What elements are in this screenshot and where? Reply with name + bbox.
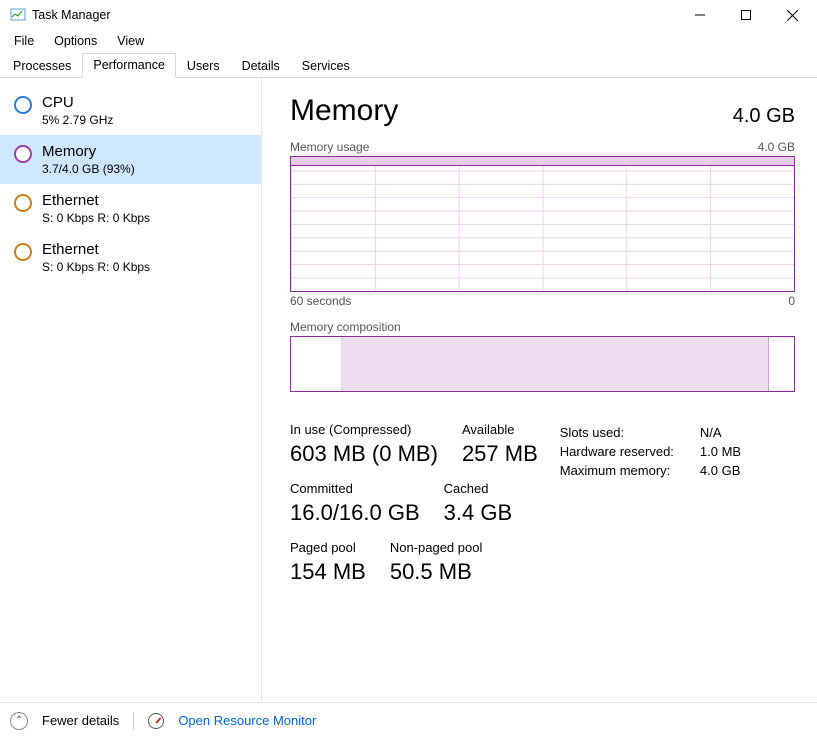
stat-label: In use (Compressed): [290, 422, 438, 437]
sidebar-item-ethernet-2[interactable]: Ethernet S: 0 Kbps R: 0 Kbps: [0, 233, 261, 282]
composition-inuse: [341, 337, 769, 391]
resource-monitor-icon: [148, 713, 164, 729]
composition-reserved: [291, 337, 341, 391]
stats-right: Slots used: N/A Hardware reserved: 1.0 M…: [558, 422, 749, 585]
memory-total: 4.0 GB: [733, 105, 795, 128]
hw-reserved-value: 1.0 MB: [682, 443, 747, 460]
memory-composition-bar[interactable]: [290, 336, 795, 392]
close-button[interactable]: [769, 0, 815, 30]
sidebar-item-sub: S: 0 Kbps R: 0 Kbps: [42, 211, 150, 225]
stat-label: Committed: [290, 481, 420, 496]
tab-details[interactable]: Details: [231, 54, 291, 78]
content-area: CPU 5% 2.79 GHz Memory 3.7/4.0 GB (93%) …: [0, 78, 817, 702]
fewer-details-link[interactable]: Fewer details: [42, 713, 119, 728]
chart-time-left: 60 seconds: [290, 294, 351, 308]
app-icon: [10, 7, 26, 23]
stat-cached: Cached 3.4 GB: [444, 481, 512, 526]
chart-time-right: 0: [788, 294, 795, 308]
sidebar-item-sub: S: 0 Kbps R: 0 Kbps: [42, 260, 150, 274]
sidebar-item-cpu[interactable]: CPU 5% 2.79 GHz: [0, 86, 261, 135]
menu-options[interactable]: Options: [44, 32, 107, 50]
stat-committed: Committed 16.0/16.0 GB: [290, 481, 420, 526]
page-title: Memory: [290, 94, 398, 128]
stat-value: 154 MB: [290, 559, 366, 585]
stat-value: 3.4 GB: [444, 500, 512, 526]
max-memory-value: 4.0 GB: [682, 462, 747, 479]
memory-usage-chart[interactable]: [290, 156, 795, 292]
stat-value: 603 MB (0 MB): [290, 441, 438, 467]
stat-paged: Paged pool 154 MB: [290, 540, 366, 585]
tab-row: Processes Performance Users Details Serv…: [0, 52, 817, 78]
hw-reserved-label: Hardware reserved:: [560, 443, 680, 460]
slots-label: Slots used:: [560, 424, 680, 441]
composition-free: [769, 337, 794, 391]
menu-file[interactable]: File: [4, 32, 44, 50]
stat-available: Available 257 MB: [462, 422, 538, 467]
titlebar: Task Manager: [0, 0, 817, 30]
stats-area: In use (Compressed) 603 MB (0 MB) Availa…: [290, 422, 795, 585]
tab-services[interactable]: Services: [291, 54, 361, 78]
open-resource-monitor-link[interactable]: Open Resource Monitor: [178, 713, 316, 728]
maximize-button[interactable]: [723, 0, 769, 30]
sidebar-item-ethernet-1[interactable]: Ethernet S: 0 Kbps R: 0 Kbps: [0, 184, 261, 233]
divider: [133, 712, 134, 730]
stat-value: 50.5 MB: [390, 559, 483, 585]
window-controls: [677, 0, 815, 30]
sidebar-item-label: Ethernet: [42, 192, 150, 209]
stat-nonpaged: Non-paged pool 50.5 MB: [390, 540, 483, 585]
tab-users[interactable]: Users: [176, 54, 231, 78]
slots-value: N/A: [682, 424, 747, 441]
menubar: File Options View: [0, 30, 817, 52]
ethernet-icon: [14, 194, 32, 212]
chevron-up-icon: ⌃: [10, 712, 28, 730]
ethernet-icon: [14, 243, 32, 261]
memory-icon: [14, 145, 32, 163]
sidebar-item-sub: 5% 2.79 GHz: [42, 113, 113, 127]
menu-view[interactable]: View: [107, 32, 154, 50]
stat-label: Paged pool: [290, 540, 366, 555]
stat-value: 16.0/16.0 GB: [290, 500, 420, 526]
stat-label: Cached: [444, 481, 512, 496]
cpu-icon: [14, 96, 32, 114]
sidebar-item-sub: 3.7/4.0 GB (93%): [42, 162, 135, 176]
chart-usage-fill: [291, 157, 794, 166]
chart-label-right: 4.0 GB: [758, 140, 795, 154]
tab-processes[interactable]: Processes: [2, 54, 82, 78]
composition-label: Memory composition: [290, 320, 795, 334]
sidebar-item-label: Ethernet: [42, 241, 150, 258]
max-memory-label: Maximum memory:: [560, 462, 680, 479]
minimize-button[interactable]: [677, 0, 723, 30]
stat-value: 257 MB: [462, 441, 538, 467]
sidebar-item-label: Memory: [42, 143, 135, 160]
stat-label: Available: [462, 422, 538, 437]
sidebar: CPU 5% 2.79 GHz Memory 3.7/4.0 GB (93%) …: [0, 78, 262, 702]
sidebar-item-label: CPU: [42, 94, 113, 111]
main-panel: Memory 4.0 GB Memory usage 4.0 GB 60 sec…: [262, 78, 817, 702]
chart-grid: [291, 157, 794, 291]
tab-performance[interactable]: Performance: [82, 53, 176, 78]
stat-inuse: In use (Compressed) 603 MB (0 MB): [290, 422, 438, 467]
stat-label: Non-paged pool: [390, 540, 483, 555]
sidebar-item-memory[interactable]: Memory 3.7/4.0 GB (93%): [0, 135, 261, 184]
chart-label-left: Memory usage: [290, 140, 369, 154]
footer: ⌃ Fewer details Open Resource Monitor: [0, 702, 817, 738]
window-title: Task Manager: [32, 8, 111, 22]
